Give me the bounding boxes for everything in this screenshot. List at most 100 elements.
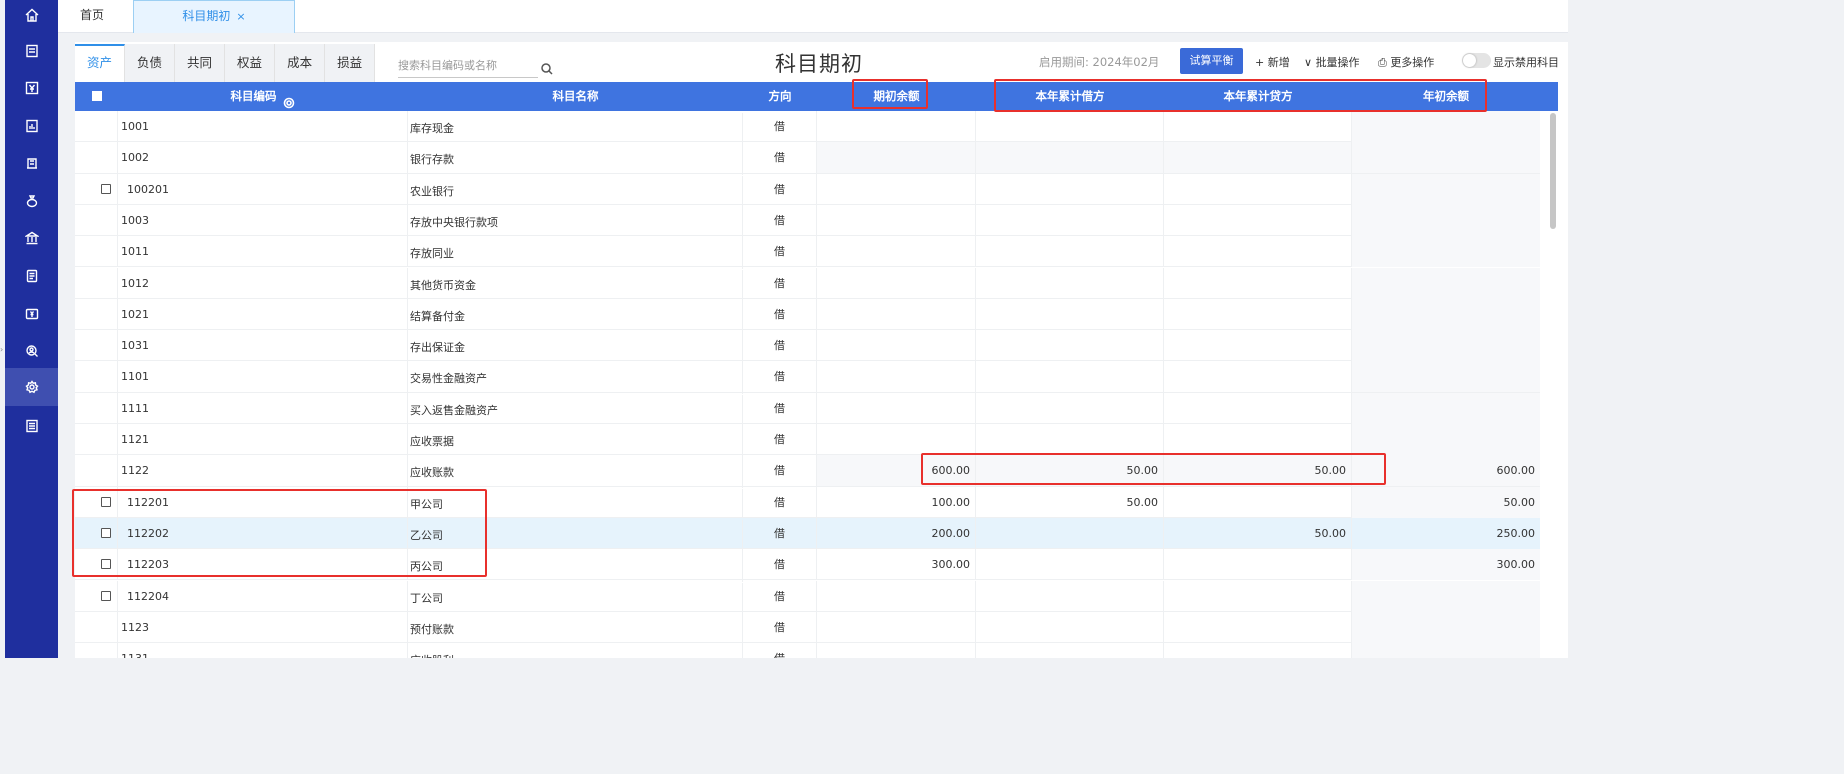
tab-subject-opening[interactable]: 科目期初 × bbox=[133, 0, 295, 33]
cell-ytd-credit[interactable] bbox=[1164, 424, 1352, 455]
cell-ytd-debit[interactable] bbox=[976, 549, 1164, 581]
tab-equity[interactable]: 权益 bbox=[225, 44, 276, 82]
search-input[interactable]: 搜索科目编码或名称 bbox=[398, 54, 538, 78]
table-row[interactable]: 1011 存放同业借 bbox=[75, 236, 1540, 270]
sidebar-item-assets[interactable] bbox=[5, 183, 58, 219]
cell-ytd-credit[interactable] bbox=[1164, 580, 1352, 612]
cell-ytd-credit[interactable] bbox=[1164, 142, 1352, 174]
cell-opening-balance[interactable] bbox=[817, 236, 976, 268]
search-icon[interactable] bbox=[541, 60, 553, 75]
cell-ytd-credit[interactable] bbox=[1164, 330, 1352, 362]
cell-ytd-credit[interactable] bbox=[1164, 611, 1352, 643]
cell-ytd-credit[interactable]: 50.00 bbox=[1164, 517, 1352, 549]
table-row[interactable]: 1101 交易性金融资产借 bbox=[75, 361, 1540, 395]
cell-ytd-debit[interactable] bbox=[976, 611, 1164, 643]
table-row[interactable]: 1001 库存现金借 bbox=[75, 111, 1540, 144]
cell-opening-balance[interactable] bbox=[817, 267, 976, 299]
cell-ytd-debit[interactable] bbox=[976, 267, 1164, 299]
trial-balance-button[interactable]: 试算平衡 bbox=[1180, 48, 1243, 74]
sidebar-item-finance[interactable] bbox=[5, 70, 58, 106]
cell-ytd-credit[interactable] bbox=[1164, 392, 1352, 424]
cell-ytd-debit[interactable] bbox=[976, 392, 1164, 424]
cell-ytd-debit[interactable] bbox=[976, 111, 1164, 142]
cell-ytd-debit[interactable]: 50.00 bbox=[976, 486, 1164, 518]
row-checkbox[interactable] bbox=[101, 183, 111, 194]
cell-ytd-credit[interactable] bbox=[1164, 643, 1352, 658]
sidebar-item-query[interactable] bbox=[5, 333, 58, 369]
row-checkbox[interactable] bbox=[101, 590, 111, 601]
add-button[interactable]: + 新增 bbox=[1255, 54, 1290, 70]
close-icon[interactable]: × bbox=[236, 10, 245, 23]
cell-opening-balance[interactable] bbox=[817, 611, 976, 643]
sidebar-item-voucher[interactable] bbox=[5, 33, 58, 69]
cell-ytd-credit[interactable] bbox=[1164, 361, 1352, 393]
cell-opening-balance[interactable] bbox=[817, 111, 976, 142]
sidebar-collapse-handle[interactable]: › bbox=[0, 344, 5, 356]
cell-opening-balance[interactable] bbox=[817, 173, 976, 205]
cell-ytd-credit[interactable] bbox=[1164, 267, 1352, 299]
cell-opening-balance[interactable] bbox=[817, 643, 976, 658]
table-row[interactable]: 1123 预付账款借 bbox=[75, 611, 1540, 645]
table-row[interactable]: 1002 银行存款借 bbox=[75, 142, 1540, 176]
cell-opening-balance[interactable]: 200.00 bbox=[817, 517, 976, 549]
batch-ops-button[interactable]: ∨ 批量操作 bbox=[1304, 54, 1360, 70]
cell-opening-balance[interactable] bbox=[817, 424, 976, 455]
cell-ytd-credit[interactable] bbox=[1164, 236, 1352, 268]
table-row[interactable]: 1012 其他货币资金借 bbox=[75, 267, 1540, 301]
sidebar-item-ledger[interactable] bbox=[5, 145, 58, 181]
cell-ytd-debit[interactable] bbox=[976, 643, 1164, 658]
cell-ytd-debit[interactable] bbox=[976, 298, 1164, 330]
vertical-scrollbar[interactable] bbox=[1548, 111, 1558, 658]
cell-opening-balance[interactable] bbox=[817, 298, 976, 330]
table-row[interactable]: 1021 结算备付金借 bbox=[75, 298, 1540, 332]
cell-ytd-debit[interactable] bbox=[976, 142, 1164, 174]
gear-icon[interactable] bbox=[283, 91, 295, 108]
table-row[interactable]: 112204 丁公司借 bbox=[75, 580, 1540, 614]
table-row[interactable]: 1111 买入返售金融资产借 bbox=[75, 392, 1540, 426]
select-all-checkbox[interactable] bbox=[92, 91, 102, 101]
table-row[interactable]: 1003 存放中央银行款项借 bbox=[75, 204, 1540, 238]
cell-opening-balance[interactable]: 100.00 bbox=[817, 486, 976, 518]
sidebar-item-documents[interactable] bbox=[5, 258, 58, 294]
sidebar-item-report[interactable] bbox=[5, 108, 58, 144]
sidebar-item-settings[interactable] bbox=[5, 368, 58, 406]
cell-opening-balance[interactable] bbox=[817, 142, 976, 174]
tab-common[interactable]: 共同 bbox=[175, 44, 226, 82]
cell-ytd-debit[interactable] bbox=[976, 204, 1164, 236]
cell-opening-balance[interactable] bbox=[817, 392, 976, 424]
more-ops-button[interactable]: ⎙ 更多操作 bbox=[1378, 54, 1434, 70]
cell-ytd-debit[interactable] bbox=[976, 236, 1164, 268]
show-disabled-toggle[interactable] bbox=[1462, 53, 1491, 68]
table-row[interactable]: 1121 应收票据借 bbox=[75, 424, 1540, 457]
cell-ytd-debit[interactable] bbox=[976, 424, 1164, 455]
scrollbar-thumb[interactable] bbox=[1550, 113, 1556, 229]
cell-ytd-credit[interactable] bbox=[1164, 486, 1352, 518]
cell-opening-balance[interactable] bbox=[817, 330, 976, 362]
tab-home[interactable]: 首页 bbox=[58, 0, 133, 33]
cell-ytd-debit[interactable] bbox=[976, 517, 1164, 549]
cell-ytd-credit[interactable] bbox=[1164, 204, 1352, 236]
table-row[interactable]: 1131应收股利借 bbox=[75, 643, 1540, 658]
table-row[interactable]: 100201 农业银行借 bbox=[75, 173, 1540, 207]
cell-ytd-credit[interactable] bbox=[1164, 298, 1352, 330]
sidebar-item-home[interactable] bbox=[5, 0, 58, 33]
cell-ytd-credit[interactable] bbox=[1164, 549, 1352, 581]
tab-liabilities[interactable]: 负债 bbox=[125, 44, 176, 82]
tab-assets[interactable]: 资产 bbox=[75, 44, 126, 82]
sidebar-item-bank[interactable] bbox=[5, 220, 58, 256]
table-row[interactable]: 1031 存出保证金借 bbox=[75, 330, 1540, 364]
tab-cost[interactable]: 成本 bbox=[275, 44, 326, 82]
sidebar-item-tax[interactable] bbox=[5, 296, 58, 332]
tab-profit-loss[interactable]: 损益 bbox=[325, 44, 376, 82]
cell-ytd-credit[interactable] bbox=[1164, 111, 1352, 142]
sidebar-item-invoice[interactable] bbox=[5, 408, 58, 444]
cell-opening-balance[interactable] bbox=[817, 361, 976, 393]
cell-opening-balance[interactable]: 300.00 bbox=[817, 549, 976, 581]
cell-opening-balance[interactable] bbox=[817, 204, 976, 236]
cell-ytd-debit[interactable] bbox=[976, 361, 1164, 393]
cell-ytd-credit[interactable] bbox=[1164, 173, 1352, 205]
cell-ytd-debit[interactable] bbox=[976, 173, 1164, 205]
cell-opening-balance[interactable] bbox=[817, 580, 976, 612]
cell-ytd-debit[interactable] bbox=[976, 580, 1164, 612]
cell-ytd-debit[interactable] bbox=[976, 330, 1164, 362]
